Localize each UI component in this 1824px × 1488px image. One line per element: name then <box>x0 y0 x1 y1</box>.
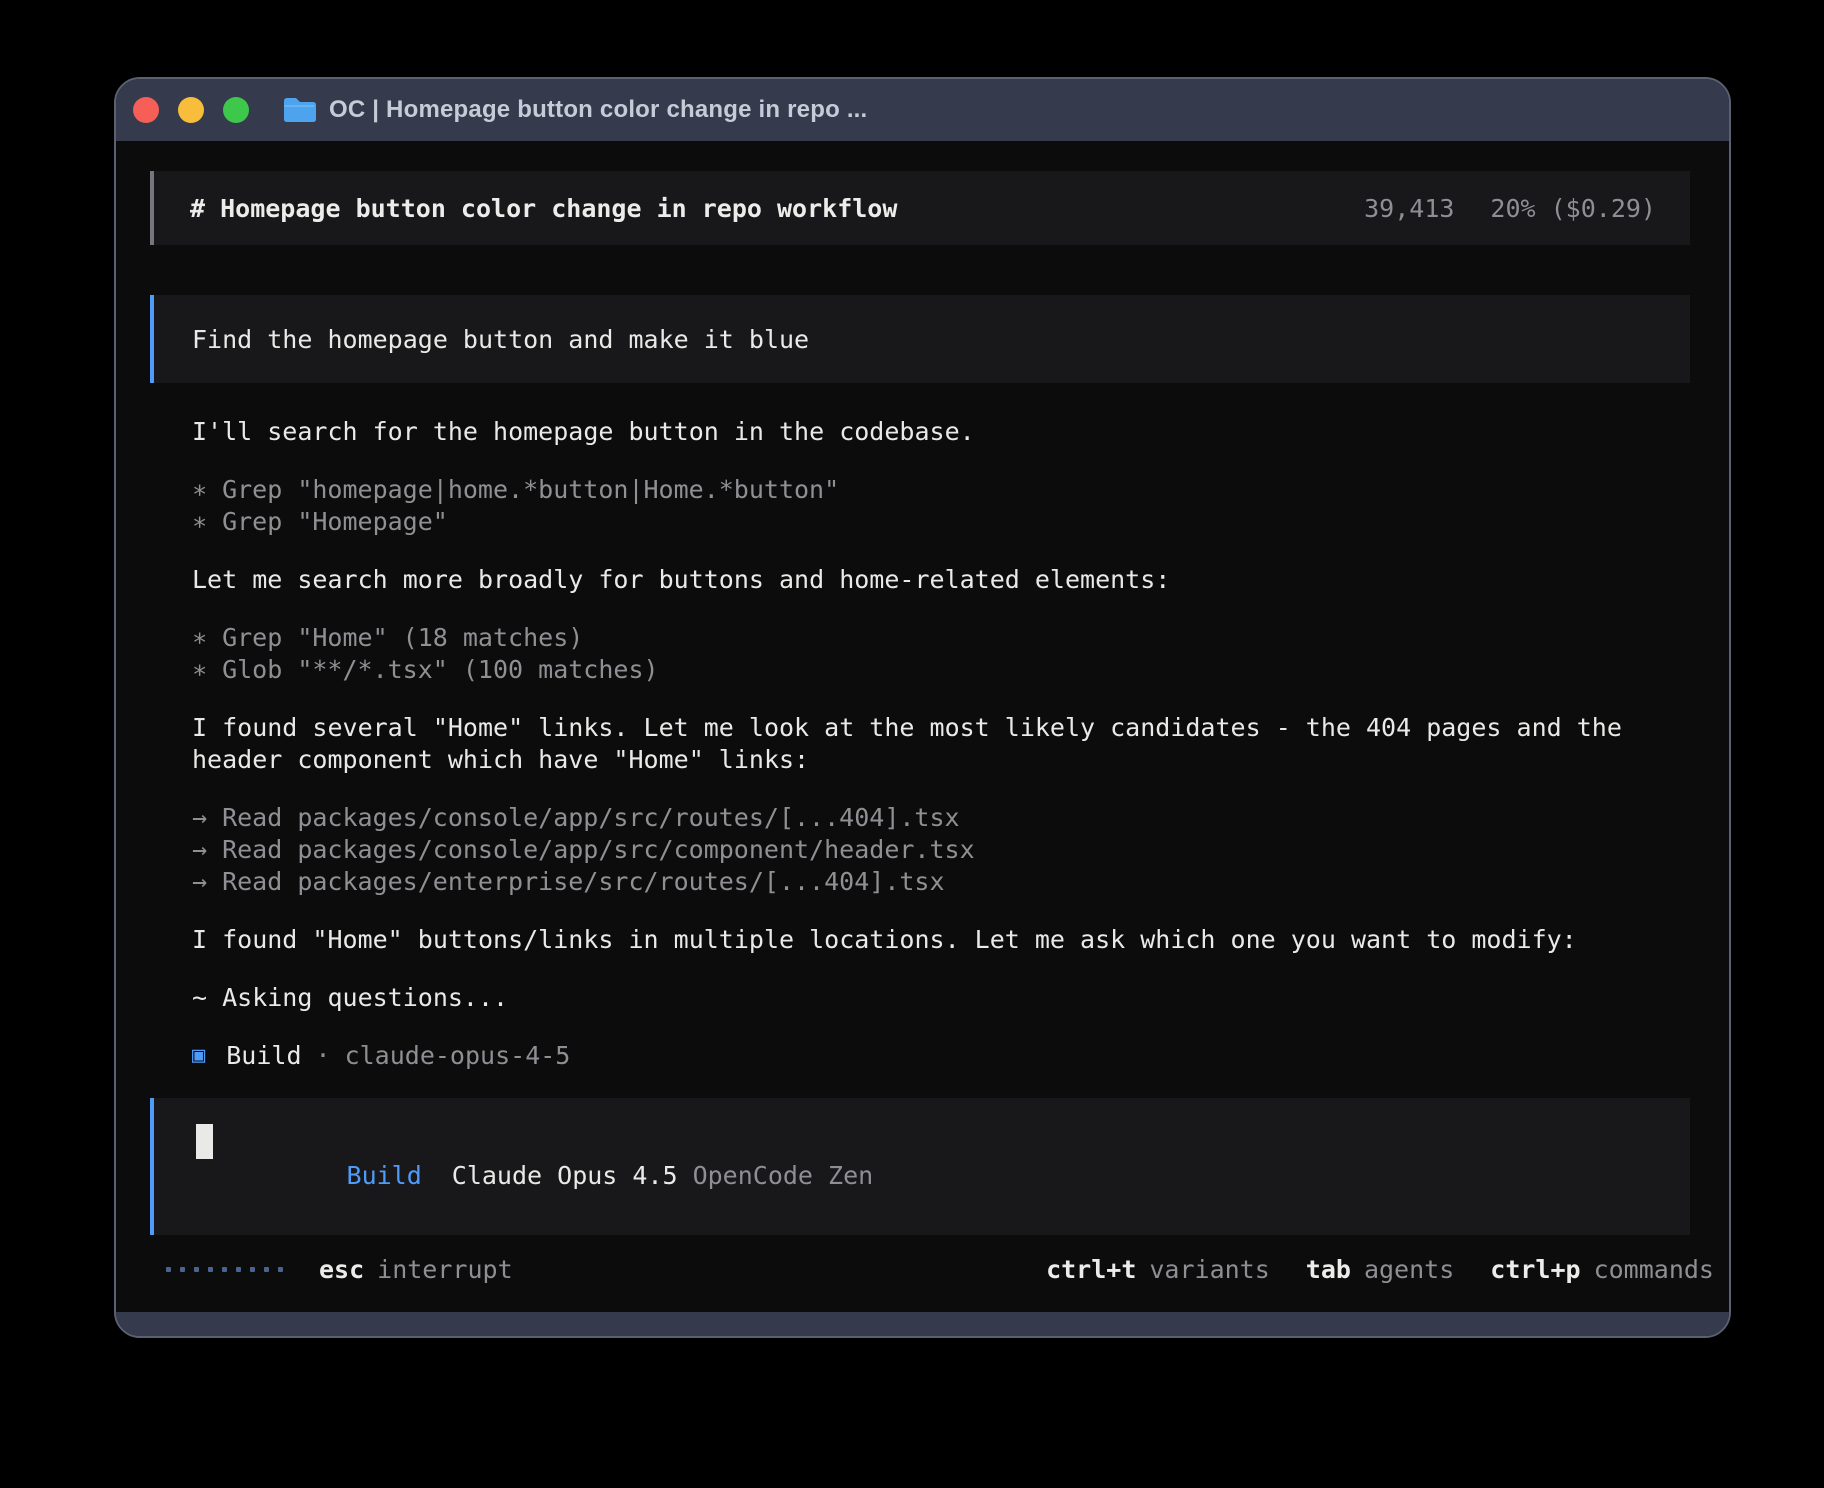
spinner-dot <box>222 1267 227 1272</box>
keyboard-hints: ctrl+t variants tab agents ctrl+p commands <box>1046 1255 1714 1284</box>
window-title: OC | Homepage button color change in rep… <box>329 96 867 124</box>
spinner-dot <box>180 1267 185 1272</box>
tool-call-group: ∗ Grep "Home" (18 matches) ∗ Glob "**/*.tsx… <box>192 622 1690 686</box>
asterisk-icon: ∗ <box>192 474 207 506</box>
session-stats: 39,413 20% ($0.29) <box>1364 194 1656 223</box>
user-message: Find the homepage button and make it blu… <box>150 295 1690 383</box>
tool-call-text: Read packages/console/app/src/routes/[..… <box>222 803 960 832</box>
title-group: OC | Homepage button color change in rep… <box>282 96 867 124</box>
minimize-button[interactable] <box>178 97 204 123</box>
assistant-transcript: I'll search for the homepage button in t… <box>150 416 1690 1072</box>
terminal-content: # Homepage button color change in repo w… <box>116 141 1729 1312</box>
agent-square-icon: ▣ <box>192 1040 205 1072</box>
tool-call-text: Read packages/enterprise/src/routes/[...… <box>222 867 944 896</box>
window-bottom-bar <box>116 1312 1729 1336</box>
tool-call: ∗ Grep "Homepage" <box>192 506 1690 538</box>
context-cost: 20% ($0.29) <box>1490 194 1656 223</box>
assistant-text: I found "Home" buttons/links in multiple… <box>192 924 1690 956</box>
hint-label: variants <box>1149 1255 1269 1284</box>
assistant-text-line: I found "Home" buttons/links in multiple… <box>192 924 1690 956</box>
spinner-dot <box>278 1267 283 1272</box>
tool-call-text: Glob "**/*.tsx" (100 matches) <box>222 655 659 684</box>
assistant-text-line: ~ Asking questions... <box>192 982 1690 1014</box>
tool-call: ∗ Grep "homepage|home.*button|Home.*butto… <box>192 474 1690 506</box>
hint-key: tab <box>1306 1255 1351 1284</box>
assistant-text: I'll search for the homepage button in t… <box>192 416 1690 448</box>
asterisk-icon: ∗ <box>192 654 207 686</box>
hint-interrupt: esc interrupt <box>319 1255 513 1284</box>
assistant-text: Let me search more broadly for buttons a… <box>192 564 1690 596</box>
arrow-right-icon: → <box>192 834 207 866</box>
hint-agents: tab agents <box>1306 1255 1454 1284</box>
tool-call-group: → Read packages/console/app/src/routes/[.… <box>192 802 1690 898</box>
tool-call: → Read packages/console/app/src/routes/[.… <box>192 802 1690 834</box>
tool-call: ∗ Glob "**/*.tsx" (100 matches) <box>192 654 1690 686</box>
hint-label: commands <box>1594 1255 1714 1284</box>
asterisk-icon: ∗ <box>192 622 207 654</box>
hint-label-interrupt: interrupt <box>377 1255 512 1284</box>
window-titlebar[interactable]: OC | Homepage button color change in rep… <box>116 79 1729 141</box>
spinner-dot <box>194 1267 199 1272</box>
arrow-right-icon: → <box>192 866 207 898</box>
prompt-editor[interactable]: Build Claude Opus 4.5 OpenCode Zen <box>150 1098 1690 1235</box>
spinner-dot <box>264 1267 269 1272</box>
status-bar: esc interrupt ctrl+tvariantstabagentsctr… <box>166 1253 1714 1285</box>
provider-name: OpenCode Zen <box>693 1161 874 1190</box>
tool-call-group: ∗ Grep "homepage|home.*button|Home.*butto… <box>192 474 1690 538</box>
session-title: # Homepage button color change in repo w… <box>190 194 897 223</box>
model-name[interactable]: Claude Opus 4.5 <box>452 1161 678 1190</box>
spinner-dot <box>166 1267 171 1272</box>
badge-agent-name: Build <box>226 1040 301 1072</box>
spinner-dot <box>236 1267 241 1272</box>
working-spinner-icon <box>166 1267 283 1272</box>
zoom-button[interactable] <box>223 97 249 123</box>
desktop-background: OC | Homepage button color change in rep… <box>0 0 1824 1488</box>
hint-label: agents <box>1364 1255 1454 1284</box>
user-message-text: Find the homepage button and make it blu… <box>192 325 809 354</box>
tool-call: ∗ Grep "Home" (18 matches) <box>192 622 1690 654</box>
spinner-dot <box>250 1267 255 1272</box>
folder-icon <box>282 96 316 124</box>
tool-call-text: Read packages/console/app/src/component/… <box>222 835 975 864</box>
session-header: # Homepage button color change in repo w… <box>150 171 1690 245</box>
assistant-text-line: Let me search more broadly for buttons a… <box>192 564 1690 596</box>
agent-badge: ▣ Build · claude-opus-4-5 <box>192 1040 1690 1072</box>
traffic-lights <box>133 97 249 123</box>
close-button[interactable] <box>133 97 159 123</box>
hint-key: ctrl+t <box>1046 1255 1136 1284</box>
tool-call-text: Grep "Homepage" <box>222 507 448 536</box>
tool-call-text: Grep "homepage|home.*button|Home.*button… <box>222 475 839 504</box>
assistant-text-line: I'll search for the homepage button in t… <box>192 416 1690 448</box>
hint-key: ctrl+p <box>1490 1255 1580 1284</box>
hint-key-esc: esc <box>319 1255 364 1284</box>
badge-model-name: claude-opus-4-5 <box>345 1040 571 1072</box>
assistant-text: ~ Asking questions... <box>192 982 1690 1014</box>
asterisk-icon: ∗ <box>192 506 207 538</box>
spinner-dot <box>208 1267 213 1272</box>
tool-call: → Read packages/enterprise/src/routes/[..… <box>192 866 1690 898</box>
assistant-text-line: header component which have "Home" links… <box>192 744 1690 776</box>
tool-call-text: Grep "Home" (18 matches) <box>222 623 583 652</box>
agent-name[interactable]: Build <box>347 1161 422 1190</box>
assistant-text-line: I found several "Home" links. Let me loo… <box>192 712 1690 744</box>
hint-commands: ctrl+p commands <box>1490 1255 1714 1284</box>
tool-call: → Read packages/console/app/src/component… <box>192 834 1690 866</box>
assistant-text: I found several "Home" links. Let me loo… <box>192 712 1690 776</box>
token-count: 39,413 <box>1364 194 1454 223</box>
badge-separator: · <box>316 1040 331 1072</box>
model-row: Build Claude Opus 4.5 OpenCode Zen <box>196 1132 873 1219</box>
arrow-right-icon: → <box>192 802 207 834</box>
hint-variants: ctrl+t variants <box>1046 1255 1270 1284</box>
terminal-window: OC | Homepage button color change in rep… <box>114 77 1731 1338</box>
